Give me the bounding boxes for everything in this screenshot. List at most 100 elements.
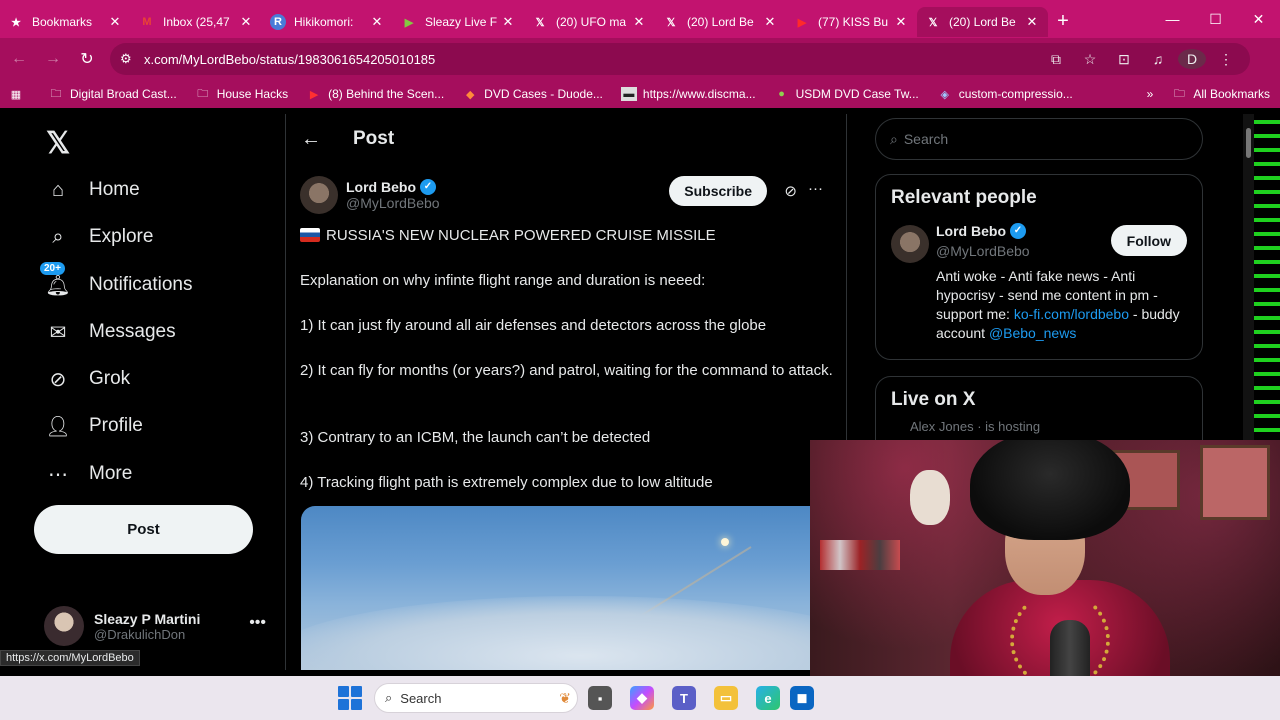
tab-lord-bebo-active[interactable]: 𝕏 (20) Lord Be ✕: [917, 7, 1048, 37]
store-icon[interactable]: ◼: [790, 686, 814, 710]
person-handle[interactable]: @MyLordBebo: [936, 243, 1030, 259]
url-field[interactable]: ⚙ x.com/MyLordBebo/status/19830616542050…: [110, 43, 1250, 75]
tab-sleazy-live[interactable]: ▶ Sleazy Live F ✕: [393, 7, 524, 37]
maximize-icon[interactable]: ☐: [1194, 0, 1237, 38]
post-button[interactable]: Post: [34, 505, 253, 554]
nav-grok[interactable]: ⊘ Grok: [44, 365, 131, 393]
tab-ufo[interactable]: 𝕏 (20) UFO ma ✕: [524, 7, 655, 37]
nav-notifications[interactable]: 🔔︎ 20+ Notifications: [40, 262, 193, 299]
post-media-video[interactable]: [301, 506, 841, 670]
nav-messages[interactable]: ✉ Messages: [44, 318, 176, 346]
avatar[interactable]: [891, 225, 929, 263]
subscribe-button[interactable]: Subscribe: [669, 176, 767, 206]
nav-profile[interactable]: 👤︎ Profile: [44, 412, 143, 440]
back-icon[interactable]: ←: [2, 42, 36, 76]
person-icon: 👤︎: [45, 415, 71, 438]
close-icon[interactable]: ✕: [369, 14, 385, 30]
close-icon[interactable]: ✕: [500, 14, 516, 30]
tab-title: (20) Lord Be: [687, 15, 754, 29]
forward-icon[interactable]: →: [36, 42, 70, 76]
minimize-icon[interactable]: —: [1151, 0, 1194, 38]
grok-icon[interactable]: ⊘: [784, 182, 797, 200]
windows-start-icon[interactable]: [338, 686, 362, 710]
bookmark-item[interactable]: ◆ DVD Cases - Duode...: [462, 87, 603, 101]
tab-title: (77) KISS Bu: [818, 15, 889, 29]
avatar[interactable]: [300, 176, 338, 214]
relevant-person: Lord Bebo ✓ @MyLordBebo Follow Anti woke …: [891, 223, 1187, 343]
tab-lord-bebo-1[interactable]: 𝕏 (20) Lord Be ✕: [655, 7, 786, 37]
live-host[interactable]: Alex Jones · is hosting: [910, 419, 1202, 434]
bookmark-item[interactable]: 🗀 Digital Broad Cast...: [48, 87, 177, 101]
nav-label: More: [89, 463, 133, 484]
profile-avatar[interactable]: D: [1178, 49, 1206, 69]
extensions-icon[interactable]: ⊡: [1110, 51, 1138, 68]
x-icon: 𝕏: [666, 16, 676, 29]
chevron-right-icon[interactable]: »: [1147, 87, 1154, 101]
copilot-icon[interactable]: ◆: [630, 686, 654, 710]
rumble-icon: ▶: [404, 16, 414, 29]
close-icon[interactable]: ✕: [762, 14, 778, 30]
verified-badge-icon: ✓: [420, 179, 436, 195]
close-icon[interactable]: ✕: [1024, 14, 1040, 30]
scrollbar-thumb[interactable]: [1246, 128, 1251, 158]
teams-icon[interactable]: T: [672, 686, 696, 710]
apps-icon[interactable]: ▦: [8, 87, 30, 101]
nav-home[interactable]: ⌂ Home: [44, 176, 140, 204]
search-input[interactable]: ⌕ Search: [875, 118, 1203, 160]
author-name-row[interactable]: Lord Bebo ✓: [346, 179, 440, 195]
tab-gmail[interactable]: M Inbox (25,47 ✕: [131, 7, 262, 37]
account-name: Sleazy P Martini: [94, 610, 201, 627]
bookmark-item[interactable]: ● USDM DVD Case Tw...: [774, 87, 918, 101]
edge-icon[interactable]: e: [756, 686, 780, 710]
install-icon[interactable]: ⧉: [1042, 51, 1070, 68]
menu-icon[interactable]: ⋮: [1212, 51, 1240, 68]
close-icon[interactable]: ✕: [631, 14, 647, 30]
new-tab-button[interactable]: +: [1048, 10, 1078, 33]
task-view-icon[interactable]: ▪: [588, 686, 612, 710]
back-arrow-icon[interactable]: ←: [286, 128, 336, 151]
tab-kiss[interactable]: ▶ (77) KISS Bu ✕: [786, 7, 917, 37]
notification-badge: 20+: [40, 262, 65, 275]
tab-title: Bookmarks: [32, 15, 93, 29]
person-name-row[interactable]: Lord Bebo ✓: [936, 223, 1026, 239]
tab-bookmarks[interactable]: ★ Bookmarks ✕: [0, 7, 131, 37]
all-bookmarks[interactable]: 🗀 All Bookmarks: [1171, 87, 1270, 101]
bookmark-item[interactable]: 🗀 House Hacks: [195, 87, 288, 101]
taskbar-search[interactable]: ⌕ Search ❦: [374, 683, 578, 713]
nav-explore[interactable]: ⌕ Explore: [44, 223, 153, 251]
x-logo-icon[interactable]: 𝕏: [46, 126, 70, 161]
media-icon[interactable]: ♫: [1144, 51, 1172, 67]
search-icon: ⌕: [385, 690, 393, 705]
author-name: Lord Bebo: [346, 179, 416, 195]
close-icon[interactable]: ✕: [238, 14, 254, 30]
bio-mention-link[interactable]: @Bebo_news: [989, 325, 1076, 341]
status-link-tooltip: https://x.com/MyLordBebo: [0, 650, 140, 666]
site-icon: ◈: [940, 88, 949, 101]
close-icon[interactable]: ✕: [107, 14, 123, 30]
file-explorer-icon[interactable]: ▭: [714, 686, 738, 710]
home-icon: ⌂: [51, 178, 65, 201]
nav-more[interactable]: ⋯ More: [44, 460, 132, 488]
tab-hikikomori[interactable]: R Hikikomori: ✕: [262, 7, 393, 37]
cam-frame: [1200, 445, 1270, 520]
author-handle[interactable]: @MyLordBebo: [346, 195, 440, 211]
more-icon[interactable]: ···: [808, 180, 823, 197]
account-switcher[interactable]: Sleazy P Martini @DrakulichDon •••: [44, 604, 274, 648]
bookmark-label: House Hacks: [216, 87, 289, 101]
bookmark-item[interactable]: ▶ (8) Behind the Scen...: [306, 87, 444, 101]
nav-label: Messages: [89, 321, 176, 342]
site-info-icon[interactable]: ⚙: [120, 51, 144, 67]
post-paragraph: 3) Contrary to an ICBM, the launch can’t…: [300, 429, 651, 446]
page-scrollbar[interactable]: [1243, 114, 1254, 440]
follow-button[interactable]: Follow: [1110, 225, 1187, 256]
window-controls: — ☐ ✕: [1151, 0, 1280, 38]
close-window-icon[interactable]: ✕: [1237, 0, 1280, 38]
bio-link[interactable]: ko-fi.com/lordbebo: [1014, 306, 1129, 322]
bookmark-star-icon[interactable]: ☆: [1076, 51, 1104, 68]
bookmark-item[interactable]: ▬ https://www.discma...: [620, 87, 756, 101]
reload-icon[interactable]: ↻: [70, 42, 104, 76]
bookmark-item[interactable]: ◈ custom-compressio...: [937, 87, 1073, 101]
more-icon[interactable]: •••: [249, 614, 266, 632]
bookmark-label: https://www.discma...: [642, 87, 756, 101]
close-icon[interactable]: ✕: [893, 14, 909, 30]
